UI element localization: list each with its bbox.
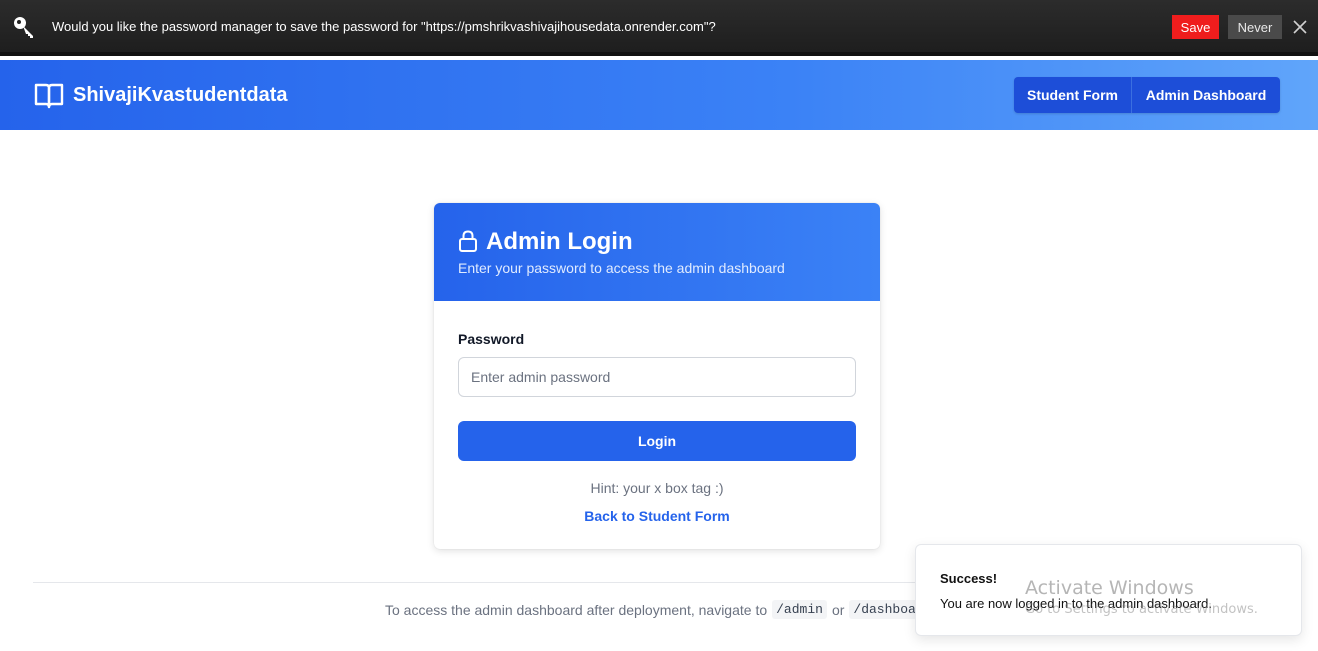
activate-windows-subtitle: Go to Settings to activate Windows. [1025, 602, 1258, 617]
admin-login-card: Admin Login Enter your password to acces… [434, 203, 880, 549]
key-icon [12, 15, 36, 39]
login-card-header: Admin Login Enter your password to acces… [434, 203, 880, 301]
password-hint: Hint: your x box tag :) [590, 480, 724, 496]
login-subtitle: Enter your password to access the admin … [458, 260, 785, 276]
footer-or: or [831, 601, 845, 618]
toast-title: Success! [940, 571, 998, 586]
password-label: Password [458, 331, 525, 347]
footer-note: To access the admin dashboard after depl… [385, 600, 936, 619]
login-title: Admin Login [486, 228, 633, 255]
brand-title[interactable]: ShivajiKvastudentdata [73, 84, 288, 107]
admin-path-code: /admin [772, 600, 827, 619]
save-password-button[interactable]: Save [1172, 15, 1219, 39]
nav-admin-dashboard[interactable]: Admin Dashboard [1132, 77, 1280, 113]
save-password-message: Would you like the password manager to s… [52, 19, 716, 34]
password-manager-bar: Would you like the password manager to s… [0, 0, 1318, 56]
nav-student-form[interactable]: Student Form [1014, 77, 1132, 113]
close-icon[interactable] [1291, 18, 1309, 36]
password-input[interactable] [458, 357, 856, 397]
login-button[interactable]: Login [458, 421, 856, 461]
main-nav: Student Form Admin Dashboard [1014, 77, 1280, 113]
activate-windows-title: Activate Windows [1025, 577, 1194, 599]
book-open-icon [33, 79, 65, 111]
app-header: ShivajiKvastudentdata Student Form Admin… [0, 60, 1318, 130]
never-save-button[interactable]: Never [1228, 15, 1282, 39]
back-to-student-form-link[interactable]: Back to Student Form [434, 508, 880, 524]
footer-text: To access the admin dashboard after depl… [385, 601, 768, 618]
lock-icon [458, 230, 478, 252]
